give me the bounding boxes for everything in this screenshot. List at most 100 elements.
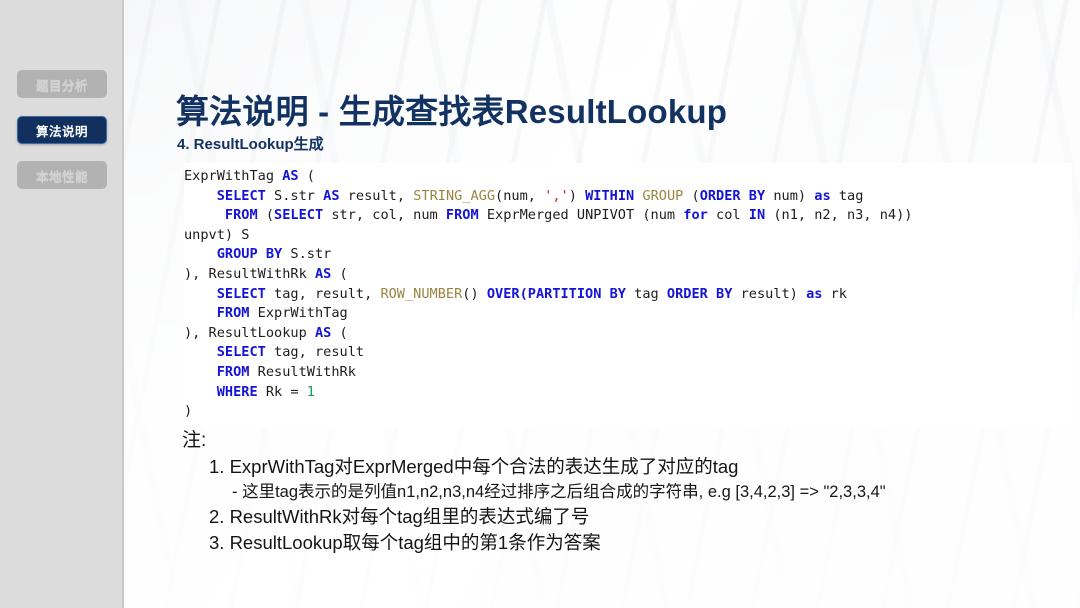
code-token-pl: rk [822,285,847,302]
code-token-kw: WHERE [216,383,258,400]
code-token-kw: ORDER BY [699,187,766,204]
note-subtext: - 这里tag表示的是列值n1,n2,n3,n4经过排序之后组合成的字符串, e… [232,483,886,501]
code-token-pl: tag [830,187,864,204]
code-token-kw: WITHIN [585,187,635,204]
code-token-str: ',' [544,187,569,204]
sidebar-item-local-performance[interactable]: 本地性能 [17,161,107,189]
code-token-pl: (num, [495,187,545,204]
sidebar: 题目分析 算法说明 本地性能 [0,0,124,608]
code-token-kw: GROUP BY [216,246,283,263]
list-item: 3. ResultLookup取每个tag组中的第1条作为答案 [182,530,886,556]
code-token-kw: FROM [445,207,479,224]
code-token-pl: Rk = [257,383,307,400]
list-item: 2. ResultWithRk对每个tag组里的表达式编了号 [182,504,886,530]
code-token-pl: num) [765,187,815,204]
code-line: ), ResultWithRk AS ( [184,265,1072,285]
code-token-pl: () [462,285,487,302]
sidebar-item-label: 算法说明 [35,124,88,139]
code-token-pl: tag [625,285,667,302]
code-token-pl: col [707,207,749,224]
code-token-pl: ), ResultWithRk [184,265,315,282]
code-line: ), ResultLookup AS ( [184,324,1072,344]
code-token-kw: as [814,187,831,204]
code-token-kw: OVER(PARTITION BY [486,285,626,302]
code-token-pl: tag, result, [265,285,381,302]
code-token-pl: tag, result [265,344,365,361]
code-line: FROM ResultWithRk [184,363,1072,383]
code-token-pl: result) [732,285,807,302]
code-token-kw: for [683,207,708,224]
section-subtitle: 4. ResultLookup生成 [177,136,324,153]
list-item: 1. ExprWithTag对ExprMerged中每个合法的表达生成了对应的t… [182,454,886,504]
sidebar-item-problem-analysis[interactable]: 题目分析 [17,70,107,98]
code-line: SELECT S.str AS result, STRING_AGG(num, … [184,187,1072,207]
code-token-kw: SELECT [274,207,324,224]
code-token-kw: AS [282,168,299,184]
code-token-pl: ) [184,403,193,420]
code-token-kw: FROM [216,305,250,322]
code-token-fn: ROW_NUMBER [380,285,463,302]
code-token-pl: S.str [282,246,332,263]
code-token-pl: ResultWithRk [249,363,356,380]
code-token-pl: ( [683,187,700,204]
code-line: SELECT tag, result [184,343,1072,363]
note-text: 2. ResultWithRk对每个tag组里的表达式编了号 [209,506,590,527]
note-text: 1. ExprWithTag对ExprMerged中每个合法的表达生成了对应的t… [209,456,739,477]
code-token-num: 1 [306,383,315,400]
slide: 题目分析 算法说明 本地性能 算法说明 - 生成查找表ResultLookup … [0,0,1080,608]
code-line: SELECT tag, result, ROW_NUMBER() OVER(PA… [184,285,1072,305]
page-title: 算法说明 - 生成查找表ResultLookup [176,93,728,131]
code-token-kw: FROM [216,363,250,380]
code-token-pl: str, col, num [323,207,446,224]
notes-list: 1. ExprWithTag对ExprMerged中每个合法的表达生成了对应的t… [182,454,886,556]
sidebar-item-label: 题目分析 [35,78,88,93]
note-text: 3. ResultLookup取每个tag组中的第1条作为答案 [209,532,601,553]
code-token-fn: GROUP [642,187,684,204]
notes-label: 注: [182,430,207,451]
code-token-pl: ExprWithTag [184,168,283,184]
code-token-kw: AS [323,187,340,204]
sql-code-block: ExprWithTag AS ( SELECT S.str AS result,… [184,163,1072,428]
code-token-kw: SELECT [216,285,266,302]
code-token-pl: ExprWithTag [249,305,348,322]
code-token-kw: AS [314,265,332,282]
code-token-kw: as [806,285,823,302]
code-line: FROM ExprWithTag [184,304,1072,324]
code-token-pl: result, [339,187,414,204]
sidebar-item-algorithm-description[interactable]: 算法说明 [17,116,107,144]
code-token-pl: ( [257,207,275,224]
code-line: ExprWithTag AS ( [184,167,1072,187]
code-token-pl: ( [331,265,348,282]
code-line: FROM (SELECT str, col, num FROM ExprMerg… [184,206,1072,226]
code-token-kw: ORDER BY [666,285,733,302]
code-token-pl: ) [568,187,586,204]
code-line: unpvt) S [184,226,1072,246]
code-token-pl: unpvt) S [184,226,250,243]
code-token-kw: SELECT [216,344,266,361]
code-token-kw: IN [748,207,766,224]
code-token-kw: AS [314,324,332,341]
code-token-pl: ), ResultLookup [184,324,315,341]
code-token-pl: ( [298,168,315,184]
main-content: 算法说明 - 生成查找表ResultLookup 4. ResultLookup… [124,0,1080,608]
code-line: WHERE Rk = 1 [184,383,1072,403]
code-token-pl: (n1, n2, n3, n4)) [765,207,913,224]
code-token-kw: FROM [224,207,258,224]
sidebar-item-label: 本地性能 [35,169,88,184]
code-token-kw: SELECT [216,187,266,204]
code-token-pl: ExprMerged UNPIVOT (num [478,207,684,224]
code-token-pl: S.str [265,187,324,204]
code-token-fn: STRING_AGG [413,187,496,204]
notes-section: 注: 1. ExprWithTag对ExprMerged中每个合法的表达生成了对… [182,428,886,556]
code-line: GROUP BY S.str [184,245,1072,265]
code-line: ) [184,402,1072,422]
code-token-pl: ( [331,324,348,341]
